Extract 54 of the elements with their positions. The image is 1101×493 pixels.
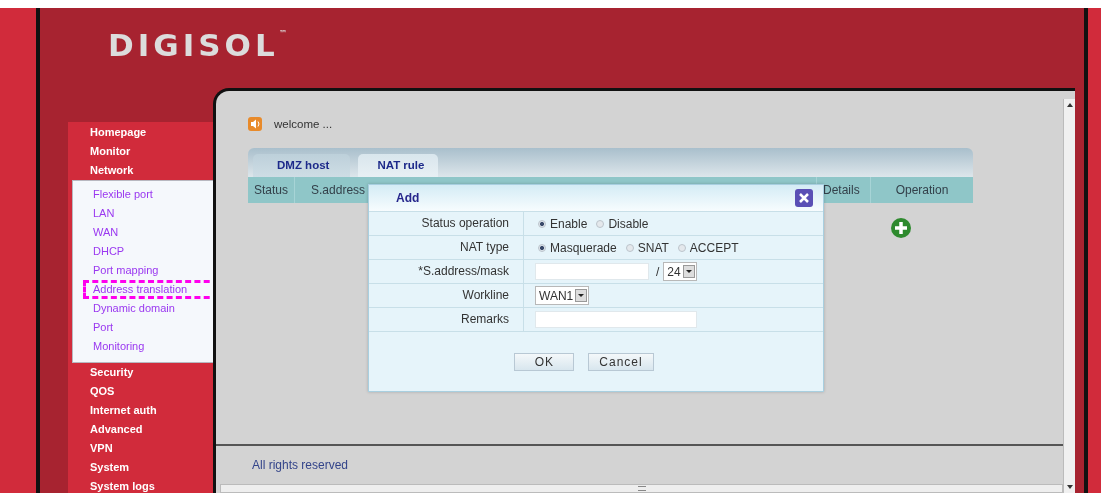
dialog-button[interactable]: OK xyxy=(514,352,575,371)
submenu-item[interactable]: LAN xyxy=(73,204,213,223)
field-label: NAT type xyxy=(369,236,524,260)
submenu-item[interactable]: Flexible port xyxy=(73,185,213,204)
submenu-item[interactable]: DHCP xyxy=(73,242,213,261)
tab[interactable]: DMZ host xyxy=(253,154,351,177)
speaker-icon xyxy=(248,117,262,131)
submenu-item[interactable]: Port xyxy=(73,318,213,337)
radio-button[interactable] xyxy=(677,243,686,252)
menu-item[interactable]: System logs xyxy=(68,477,213,493)
submenu-item[interactable]: Address translation xyxy=(73,280,213,299)
menu-item[interactable]: Monitor xyxy=(68,142,213,161)
radio-button[interactable] xyxy=(625,243,634,252)
workline-select[interactable]: WAN1 xyxy=(535,286,590,305)
logo: DIGISOL$^{™}$ xyxy=(108,27,287,63)
dialog-button[interactable]: Cancel xyxy=(588,352,654,371)
vertical-scrollbar[interactable] xyxy=(1063,99,1075,493)
field-label: Status operation xyxy=(369,212,524,236)
radio-button[interactable] xyxy=(538,219,546,228)
mask-select[interactable]: 24 xyxy=(663,262,697,281)
column-header: Operation xyxy=(894,182,950,199)
dialog-title: Add xyxy=(396,191,420,205)
submenu-item[interactable]: Monitoring xyxy=(73,337,213,356)
radio-label[interactable]: ACCEPT xyxy=(689,240,739,255)
menu-item[interactable]: Internet auth xyxy=(68,401,213,420)
welcome-text: welcome ... xyxy=(274,118,333,130)
field-label: Workline xyxy=(369,284,524,308)
submenu-item[interactable]: WAN xyxy=(73,223,213,242)
menu-item[interactable]: Homepage xyxy=(68,123,213,142)
radio-label[interactable]: Disable xyxy=(608,216,649,231)
menu-item[interactable]: VPN xyxy=(68,439,213,458)
radio-button[interactable] xyxy=(538,243,546,252)
field-label: Remarks xyxy=(369,308,524,332)
address-field[interactable] xyxy=(535,263,649,280)
add-icon[interactable] xyxy=(891,218,911,238)
footer-text: All rights reserved xyxy=(252,458,349,472)
radio-label[interactable]: Enable xyxy=(550,216,588,231)
menu-item[interactable]: Security xyxy=(68,363,213,382)
radio-button[interactable] xyxy=(596,219,605,228)
radio-label[interactable]: SNAT xyxy=(637,240,669,255)
tab[interactable]: NAT rule xyxy=(358,154,439,177)
remarks-field[interactable] xyxy=(535,311,697,328)
menu-item[interactable]: Advanced xyxy=(68,420,213,439)
separator-text: / xyxy=(656,264,660,279)
close-icon[interactable] xyxy=(795,189,813,207)
field-label: *S.address/mask xyxy=(369,260,524,284)
menu-item[interactable]: System xyxy=(68,458,213,477)
horizontal-scrollbar[interactable] xyxy=(220,484,1063,493)
radio-label[interactable]: Masquerade xyxy=(550,240,617,255)
column-header: Status xyxy=(248,177,296,203)
menu-item[interactable]: QOS xyxy=(68,382,213,401)
submenu-item[interactable]: Port mapping xyxy=(73,261,213,280)
submenu-item[interactable]: Dynamic domain xyxy=(73,299,213,318)
menu-item[interactable]: Network xyxy=(68,161,213,180)
